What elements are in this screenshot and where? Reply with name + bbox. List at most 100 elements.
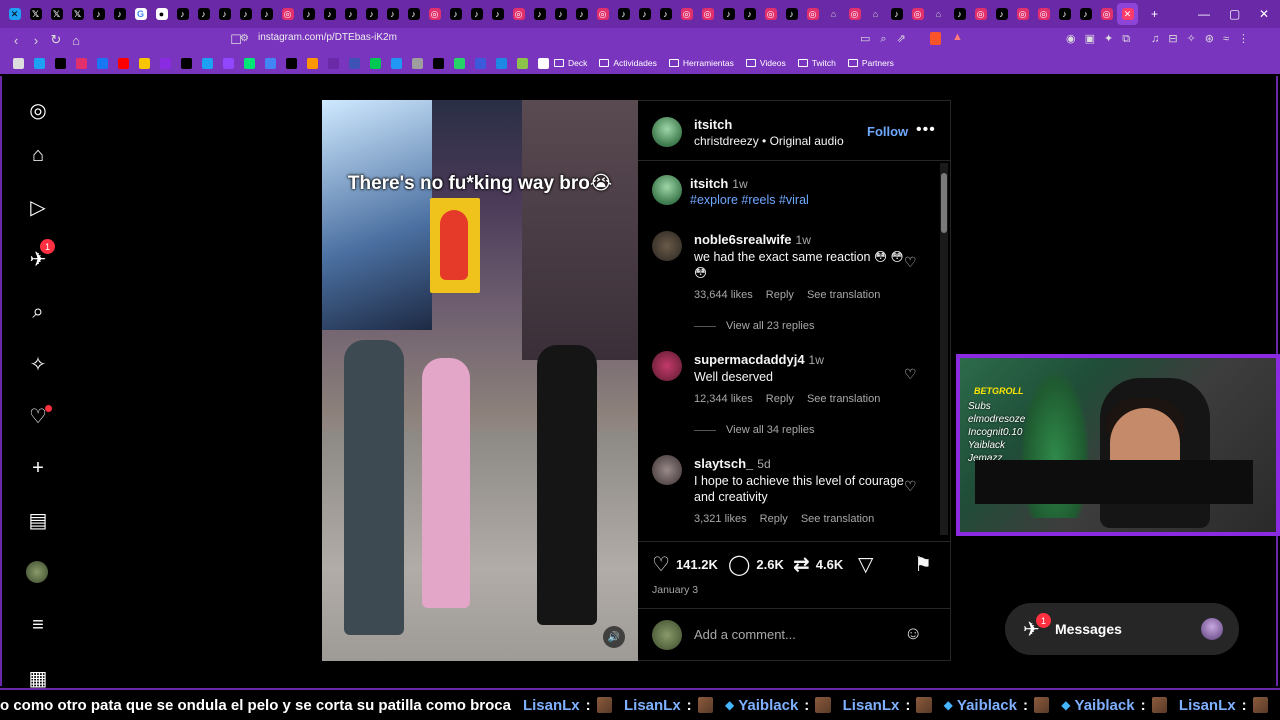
view-replies-button[interactable]: View all 34 replies <box>694 424 814 436</box>
browser-tab[interactable]: ◎ <box>760 3 781 25</box>
browser-tab[interactable]: ♪ <box>361 3 382 25</box>
browser-tab[interactable]: 𝕏 <box>25 3 46 25</box>
repost-button[interactable]: ⇄ 4.6K <box>793 552 843 577</box>
browser-tab[interactable]: ◎ <box>970 3 991 25</box>
audio-toggle-icon[interactable]: 🔊 <box>603 626 625 648</box>
share-button[interactable]: ▽ <box>858 552 879 577</box>
minimize-button[interactable]: — <box>1198 0 1210 28</box>
reels-icon[interactable]: ▷ <box>26 195 50 219</box>
bookmark-favicon-icon[interactable] <box>496 57 507 69</box>
see-translation-button[interactable]: See translation <box>807 393 880 405</box>
search-icon[interactable]: ⌕ <box>26 300 50 324</box>
browser-tab[interactable]: 𝕏 <box>46 3 67 25</box>
reply-button[interactable]: Reply <box>766 393 794 405</box>
browser-tab[interactable]: ⌂ <box>928 3 949 25</box>
browser-tab[interactable]: ◎ <box>1012 3 1033 25</box>
bookmark-favicon-icon[interactable] <box>244 57 255 69</box>
bookmark-favicon-icon[interactable] <box>349 57 360 69</box>
like-comment-icon[interactable]: ♡ <box>904 366 917 383</box>
browser-tab[interactable]: ♪ <box>739 3 760 25</box>
comment-likes[interactable]: 33,644 likes <box>694 289 753 301</box>
browser-tab[interactable]: ♪ <box>319 3 340 25</box>
browser-tab[interactable]: ● <box>151 3 172 25</box>
reply-button[interactable]: Reply <box>766 289 794 301</box>
bookmark-favicon-icon[interactable] <box>160 57 171 69</box>
new-tab-button[interactable]: + <box>1151 0 1158 28</box>
browser-tab[interactable]: ♪ <box>991 3 1012 25</box>
browser-tab[interactable]: ✕ <box>4 3 25 25</box>
instagram-logo-icon[interactable]: ◎ <box>26 98 50 122</box>
bookmark-favicon-icon[interactable] <box>391 57 402 69</box>
bookmark-favicon-icon[interactable] <box>328 57 339 69</box>
browser-tab[interactable]: ⌂ <box>865 3 886 25</box>
browser-tab[interactable]: ♪ <box>466 3 487 25</box>
caption-hashtags[interactable]: #explore #reels #viral <box>690 193 900 207</box>
bookmark-favicon-icon[interactable] <box>454 57 465 69</box>
browser-tab[interactable]: ⌂ <box>823 3 844 25</box>
apps-icon[interactable] <box>13 57 24 69</box>
bookmark-favicon-icon[interactable] <box>34 57 45 69</box>
bookmark-favicon-icon[interactable] <box>265 57 276 69</box>
emoji-icon[interactable]: ☺ <box>904 623 922 644</box>
bookmark-favicon-icon[interactable] <box>223 57 234 69</box>
comment-likes[interactable]: 12,344 likes <box>694 393 753 405</box>
browser-tab[interactable]: ♪ <box>718 3 739 25</box>
browser-tab[interactable]: ♪ <box>235 3 256 25</box>
browser-tab[interactable]: ♪ <box>550 3 571 25</box>
comment-likes[interactable]: 3,321 likes <box>694 513 747 525</box>
maximize-button[interactable]: ▢ <box>1229 0 1240 28</box>
brave-rewards-icon[interactable]: ▲ <box>952 31 963 43</box>
browser-tab[interactable]: ♪ <box>1075 3 1096 25</box>
bookmark-favicon-icon[interactable] <box>433 57 444 69</box>
reload-icon[interactable]: ↻ <box>46 32 66 48</box>
browser-tab[interactable]: ♪ <box>109 3 130 25</box>
bookmark-folder[interactable]: Deck <box>554 58 587 68</box>
browser-tab[interactable]: ◎ <box>907 3 928 25</box>
home-icon[interactable]: ⌂ <box>26 143 50 167</box>
bookmark-favicon-icon[interactable] <box>370 57 381 69</box>
bookmark-folder[interactable]: Partners <box>847 58 894 68</box>
like-button[interactable]: ♡ 141.2K <box>652 552 718 577</box>
browser-tab[interactable]: ♪ <box>88 3 109 25</box>
back-icon[interactable]: ‹ <box>6 33 26 48</box>
bookmark-favicon-icon[interactable] <box>97 57 108 69</box>
browser-tab[interactable]: 𝕏 <box>67 3 88 25</box>
browser-tab[interactable]: ♪ <box>886 3 907 25</box>
create-icon[interactable]: + <box>26 456 50 480</box>
browser-tab[interactable]: ♪ <box>340 3 361 25</box>
bookmark-folder[interactable]: Actividades <box>599 58 657 68</box>
browser-tab[interactable]: ✕ <box>1117 3 1138 25</box>
browser-tab[interactable]: ♪ <box>634 3 655 25</box>
browser-tab[interactable]: ♪ <box>571 3 592 25</box>
audio-label[interactable]: Original audio <box>770 134 844 148</box>
browser-tab[interactable]: ♪ <box>445 3 466 25</box>
bookmark-favicon-icon[interactable] <box>139 57 150 69</box>
browser-tab[interactable]: ♪ <box>781 3 802 25</box>
like-comment-icon[interactable]: ♡ <box>904 254 917 271</box>
comment-username[interactable]: slaytsch_ <box>694 456 753 471</box>
extensions-icons[interactable]: ◉▣✦⧉ ♫⊟✧⊛≈⋮ <box>1066 32 1258 46</box>
bookmark-favicon-icon[interactable] <box>286 57 297 69</box>
bookmark-favicon-icon[interactable] <box>475 57 486 69</box>
home-browser-icon[interactable]: ⌂ <box>66 33 86 48</box>
bookmark-folder[interactable]: Herramientas <box>668 58 734 68</box>
url-input[interactable]: instagram.com/p/DTEbas-iK2m <box>258 32 397 43</box>
browser-tab[interactable]: ♪ <box>214 3 235 25</box>
bookmark-favicon-icon[interactable] <box>202 57 213 69</box>
browser-tab[interactable]: ♪ <box>613 3 634 25</box>
bookmark-folder[interactable]: Videos <box>745 58 786 68</box>
see-translation-button[interactable]: See translation <box>807 289 880 301</box>
browser-tab[interactable]: ♪ <box>1054 3 1075 25</box>
audio-author[interactable]: christdreezy <box>694 134 759 148</box>
messages-button[interactable]: ✈ 1 Messages <box>1005 603 1239 655</box>
explore-icon[interactable]: ✧ <box>26 352 50 376</box>
forward-icon[interactable]: › <box>26 33 46 48</box>
more-options-icon[interactable]: ••• <box>916 121 936 139</box>
reply-button[interactable]: Reply <box>760 513 788 525</box>
bookmark-favicon-icon[interactable] <box>55 57 66 69</box>
reel-video[interactable]: There's no fu*king way bro😭 🔊 <box>322 100 638 661</box>
comment-username[interactable]: noble6srealwife <box>694 232 792 247</box>
browser-tab[interactable]: ◎ <box>277 3 298 25</box>
browser-tab[interactable]: ♪ <box>949 3 970 25</box>
caption-author-avatar[interactable] <box>652 175 682 205</box>
